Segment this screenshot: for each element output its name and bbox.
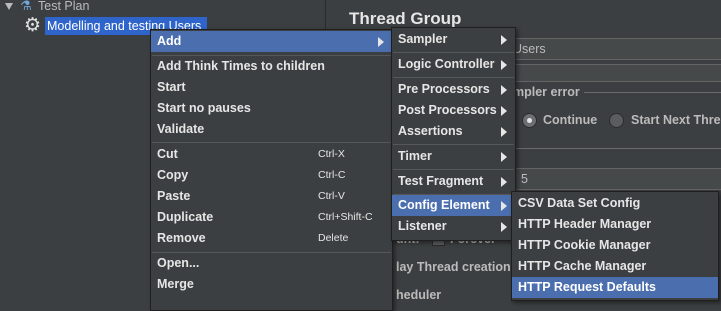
menu-item-label: Add: [157, 34, 182, 48]
menu-separator: [393, 52, 514, 53]
menu-item-label: Config Element: [398, 198, 490, 212]
menu-item-shortcut: Delete: [318, 232, 349, 244]
delay-thread-creation-label: lay Thread creation u: [396, 260, 522, 274]
menu-separator: [152, 142, 391, 143]
name-input[interactable]: Users: [508, 38, 721, 60]
menu-item-validate[interactable]: Validate: [151, 119, 392, 140]
menu-item-shortcut: Ctrl-C: [318, 169, 346, 181]
menu-separator: [393, 169, 514, 170]
gear-icon: ⚙: [24, 14, 42, 36]
continue-label: Continue: [543, 113, 598, 127]
submenu-item-assertions[interactable]: Assertions: [392, 121, 515, 142]
menu-item-duplicate[interactable]: Duplicate Ctrl+Shift-C: [151, 207, 392, 228]
menu-item-merge[interactable]: Merge: [151, 274, 392, 295]
menu-item-label: Remove: [157, 231, 206, 245]
menu-item-label: HTTP Cache Manager: [518, 259, 647, 273]
submenu-item-test-fragment[interactable]: Test Fragment: [392, 171, 515, 192]
continue-radio-dot: [527, 118, 532, 123]
menu-item-label: Listener: [398, 219, 447, 233]
menu-item-label: Validate: [157, 122, 205, 136]
submenu-arrow-icon: [501, 35, 507, 45]
submenu-arrow-icon: [378, 37, 384, 47]
page-title: Thread Group: [349, 9, 462, 28]
menu-item-label: Add Think Times to children: [157, 59, 325, 73]
submenu-item-pre-processors[interactable]: Pre Processors: [392, 79, 515, 100]
start-next-thread-radio[interactable]: [609, 113, 624, 128]
loop-count-value: 5: [521, 172, 528, 186]
menu-item-remove[interactable]: Remove Delete: [151, 228, 392, 249]
config-item-http-cache-manager[interactable]: HTTP Cache Manager: [512, 256, 718, 277]
menu-item-open[interactable]: Open...: [151, 253, 392, 274]
menu-item-label: Post Processors: [398, 103, 497, 117]
tree-expand-icon[interactable]: [5, 3, 13, 10]
submenu-arrow-icon: [501, 127, 507, 137]
menu-item-shortcut: Ctrl-V: [318, 190, 345, 202]
menu-item-label: Start no pauses: [157, 101, 251, 115]
menu-item-label: HTTP Header Manager: [518, 217, 652, 231]
menu-item-label: Pre Processors: [398, 82, 490, 96]
submenu-arrow-icon: [501, 152, 507, 162]
menu-item-copy[interactable]: Copy Ctrl-C: [151, 165, 392, 186]
comments-input[interactable]: [508, 64, 721, 82]
submenu-arrow-icon: [501, 177, 507, 187]
submenu-arrow-icon: [501, 60, 507, 70]
menu-item-label: Merge: [157, 277, 194, 291]
submenu-arrow-icon: [501, 106, 507, 116]
submenu-item-timer[interactable]: Timer: [392, 146, 515, 167]
menu-item-shortcut: Ctrl+Shift-C: [318, 211, 373, 223]
menu-item-label: Duplicate: [157, 210, 214, 224]
tree-item-label: Test Plan: [38, 0, 90, 13]
thread-properties-border: [516, 148, 721, 149]
test-plan-icon: ⚗: [20, 0, 32, 14]
menu-item-cut[interactable]: Cut Ctrl-X: [151, 144, 392, 165]
add-submenu: Sampler Logic Controller Pre Processors …: [391, 27, 516, 241]
menu-item-label: HTTP Cookie Manager: [518, 238, 651, 252]
menu-item-label: Open...: [157, 256, 200, 270]
submenu-arrow-icon: [501, 85, 507, 95]
config-item-http-header-manager[interactable]: HTTP Header Manager: [512, 214, 718, 235]
scheduler-label: heduler: [396, 288, 442, 302]
menu-item-paste[interactable]: Paste Ctrl-V: [151, 186, 392, 207]
menu-item-label: Cut: [157, 147, 178, 161]
menu-item-start[interactable]: Start: [151, 77, 392, 98]
config-element-submenu: CSV Data Set Config HTTP Header Manager …: [511, 191, 719, 301]
submenu-arrow-icon: [501, 222, 507, 232]
menu-item-add-think-times[interactable]: Add Think Times to children: [151, 56, 392, 77]
menu-item-label: Paste: [157, 189, 191, 203]
menu-item-add[interactable]: Add: [151, 31, 392, 52]
submenu-arrow-icon: [501, 201, 507, 211]
menu-separator: [393, 77, 514, 78]
submenu-item-post-processors[interactable]: Post Processors: [392, 100, 515, 121]
config-item-http-cookie-manager[interactable]: HTTP Cookie Manager: [512, 235, 718, 256]
menu-item-label: Sampler: [398, 32, 448, 46]
loop-count-input[interactable]: 5: [514, 168, 721, 190]
submenu-item-logic-controller[interactable]: Logic Controller: [392, 54, 515, 75]
tree-item-test-plan[interactable]: Test Plan: [38, 0, 89, 15]
start-next-thread-label: Start Next Thread: [631, 113, 721, 127]
menu-item-label: Test Fragment: [398, 174, 484, 188]
on-error-group-label: mpler error: [513, 85, 584, 99]
menu-item-start-no-pauses[interactable]: Start no pauses: [151, 98, 392, 119]
name-input-value: Users: [513, 42, 546, 56]
menu-separator: [393, 144, 514, 145]
menu-item-shortcut: Ctrl-X: [318, 148, 345, 160]
submenu-item-config-element[interactable]: Config Element: [392, 195, 515, 216]
config-item-csv-data-set[interactable]: CSV Data Set Config: [512, 193, 718, 214]
submenu-item-listener[interactable]: Listener: [392, 216, 515, 237]
menu-item-label: Logic Controller: [398, 57, 495, 71]
menu-item-label: Timer: [398, 149, 432, 163]
submenu-item-sampler[interactable]: Sampler: [392, 29, 515, 50]
menu-item-label: CSV Data Set Config: [518, 196, 641, 210]
menu-item-label: Assertions: [398, 124, 463, 138]
menu-item-label: Copy: [157, 168, 189, 182]
config-item-http-request-defaults[interactable]: HTTP Request Defaults: [512, 277, 718, 298]
menu-item-label: Start: [157, 80, 186, 94]
menu-item-label: HTTP Request Defaults: [518, 280, 656, 294]
context-menu: Add Add Think Times to children Start St…: [150, 29, 393, 311]
